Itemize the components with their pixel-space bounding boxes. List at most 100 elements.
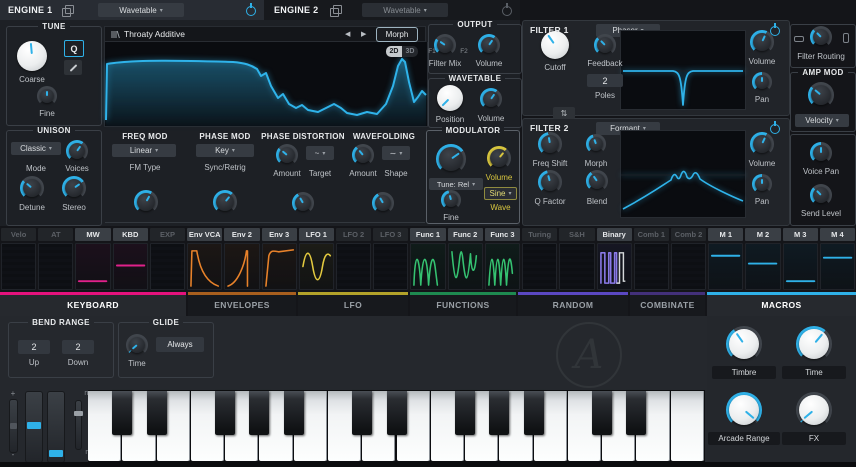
mod-display-comb-2[interactable] bbox=[671, 243, 706, 290]
mod-tab-m-1[interactable]: M 1 bbox=[708, 228, 743, 241]
mod-tab-binary[interactable]: Binary bbox=[597, 228, 632, 241]
mod-display-env-3[interactable] bbox=[262, 243, 297, 290]
copy-icon[interactable] bbox=[330, 8, 339, 17]
mod-display-velo[interactable] bbox=[1, 243, 36, 290]
mod-display-binary[interactable] bbox=[597, 243, 632, 290]
mod-tab-mw[interactable]: MW bbox=[75, 228, 110, 241]
mod-tab-exp[interactable]: EXP bbox=[150, 228, 185, 241]
mod-display-func-1[interactable] bbox=[410, 243, 445, 290]
view-3d-button[interactable]: 3D bbox=[402, 46, 418, 57]
glide-time-knob[interactable] bbox=[126, 334, 148, 356]
prev-icon[interactable]: ◀ bbox=[345, 30, 350, 38]
mod-display-comb-1[interactable] bbox=[634, 243, 669, 290]
filter1-display[interactable] bbox=[620, 30, 746, 110]
cutoff-knob[interactable] bbox=[540, 30, 570, 60]
mod-display-env-2[interactable] bbox=[224, 243, 259, 290]
mod-display-lfo-2[interactable] bbox=[336, 243, 371, 290]
mod-tab-func-3[interactable]: Func 3 bbox=[485, 228, 520, 241]
mod-tab-env-3[interactable]: Env 3 bbox=[262, 228, 297, 241]
tab-combinate[interactable]: COMBINATE bbox=[630, 292, 705, 316]
mod-tab-m-4[interactable]: M 4 bbox=[820, 228, 855, 241]
voices-knob[interactable] bbox=[66, 140, 88, 162]
black-key-after-15[interactable] bbox=[626, 391, 646, 435]
next-icon[interactable]: ▶ bbox=[361, 30, 366, 38]
mod-display-at[interactable] bbox=[38, 243, 73, 290]
f1-volume-knob[interactable] bbox=[750, 30, 774, 54]
mod-display-env-vca[interactable] bbox=[187, 243, 222, 290]
engine1-power-icon[interactable] bbox=[246, 6, 256, 16]
unison-mode-dropdown[interactable]: Classic bbox=[11, 142, 61, 155]
mod-wheel-1[interactable] bbox=[25, 391, 43, 463]
mod-tab-env-2[interactable]: Env 2 bbox=[224, 228, 259, 241]
fm-type-dropdown[interactable]: Linear bbox=[112, 144, 176, 157]
mod-tab-s-h[interactable]: S&H bbox=[559, 228, 594, 241]
edit-button[interactable] bbox=[64, 60, 82, 75]
white-key-17[interactable] bbox=[671, 391, 704, 461]
glide-always-button[interactable]: Always bbox=[156, 337, 204, 352]
tab-functions[interactable]: FUNCTIONS bbox=[410, 292, 516, 316]
pitch-wheel[interactable] bbox=[9, 399, 18, 453]
mod-tune-knob[interactable] bbox=[436, 144, 466, 174]
mod-volume-knob[interactable] bbox=[487, 146, 511, 170]
f2-morph-knob[interactable] bbox=[586, 134, 606, 154]
mod-tab-m-2[interactable]: M 2 bbox=[745, 228, 780, 241]
mod-display-mw[interactable] bbox=[75, 243, 110, 290]
filter-routing-knob[interactable] bbox=[810, 26, 832, 48]
fm-amount-knob[interactable] bbox=[134, 190, 158, 214]
black-key-after-8[interactable] bbox=[387, 391, 407, 435]
mod-wheel-2[interactable] bbox=[47, 391, 65, 463]
engine2-tab[interactable]: ENGINE 2 Wavetable bbox=[264, 0, 520, 20]
black-key-after-11[interactable] bbox=[489, 391, 509, 435]
pd-amount-knob[interactable] bbox=[276, 144, 298, 166]
f2-volume-knob[interactable] bbox=[750, 132, 774, 156]
wf-mod-knob[interactable] bbox=[372, 192, 394, 214]
filter2-power-icon[interactable] bbox=[770, 124, 780, 134]
copy-icon[interactable] bbox=[62, 8, 71, 17]
modulator-wave-dropdown[interactable]: Sine bbox=[484, 187, 517, 200]
mod-tab-m-3[interactable]: M 3 bbox=[783, 228, 818, 241]
engine1-tab[interactable]: ENGINE 1 Wavetable bbox=[0, 0, 264, 20]
black-key-after-1[interactable] bbox=[147, 391, 167, 435]
mod-tab-at[interactable]: AT bbox=[38, 228, 73, 241]
mod-tab-func-2[interactable]: Func 2 bbox=[448, 228, 483, 241]
mod-display-s-h[interactable] bbox=[559, 243, 594, 290]
pd-mod-knob[interactable] bbox=[292, 192, 314, 214]
fine-knob[interactable] bbox=[37, 86, 57, 106]
mod-tab-kbd[interactable]: KBD bbox=[113, 228, 148, 241]
engine2-power-icon[interactable] bbox=[502, 6, 512, 16]
phase-mod-dropdown[interactable]: Key bbox=[196, 144, 254, 157]
pd-target-dropdown[interactable]: ~ bbox=[306, 146, 334, 160]
black-key-after-0[interactable] bbox=[112, 391, 132, 435]
mod-fine-knob[interactable] bbox=[441, 190, 461, 210]
mod-display-m-1[interactable] bbox=[708, 243, 743, 290]
mod-tab-env-vca[interactable]: Env VCA bbox=[187, 228, 222, 241]
filter2-display[interactable] bbox=[620, 130, 746, 218]
blend-knob[interactable] bbox=[586, 170, 608, 192]
mod-display-m-2[interactable] bbox=[745, 243, 780, 290]
feedback-knob[interactable] bbox=[594, 34, 616, 56]
mod-display-lfo-1[interactable] bbox=[299, 243, 334, 290]
mod-tab-lfo-1[interactable]: LFO 1 bbox=[299, 228, 334, 241]
tab-macros[interactable]: MACROS bbox=[707, 292, 856, 316]
morph-button[interactable]: Morph bbox=[376, 27, 418, 42]
freq-shift-knob[interactable] bbox=[538, 132, 562, 156]
mod-display-func-2[interactable] bbox=[448, 243, 483, 290]
black-key-after-3[interactable] bbox=[215, 391, 235, 435]
bend-down-value[interactable]: 2 bbox=[62, 340, 94, 354]
mod-tab-velo[interactable]: Velo bbox=[1, 228, 36, 241]
tab-random[interactable]: RANDOM bbox=[518, 292, 628, 316]
macro-fx-knob[interactable] bbox=[796, 392, 832, 428]
macro-timbre-knob[interactable] bbox=[726, 326, 762, 362]
tab-envelopes[interactable]: ENVELOPES bbox=[188, 292, 296, 316]
black-key-after-5[interactable] bbox=[284, 391, 304, 435]
wavetable-name[interactable]: Throaty Additive bbox=[124, 29, 185, 39]
bend-up-value[interactable]: 2 bbox=[18, 340, 50, 354]
position-knob[interactable] bbox=[436, 84, 464, 112]
mod-display-func-3[interactable] bbox=[485, 243, 520, 290]
black-key-after-7[interactable] bbox=[352, 391, 372, 435]
amp-mod-dropdown[interactable]: Velocity bbox=[795, 114, 849, 127]
output-volume-knob[interactable] bbox=[478, 34, 500, 56]
macro-time-knob[interactable] bbox=[796, 326, 832, 362]
view-2d-button[interactable]: 2D bbox=[386, 46, 402, 57]
range-slider[interactable] bbox=[75, 400, 82, 450]
